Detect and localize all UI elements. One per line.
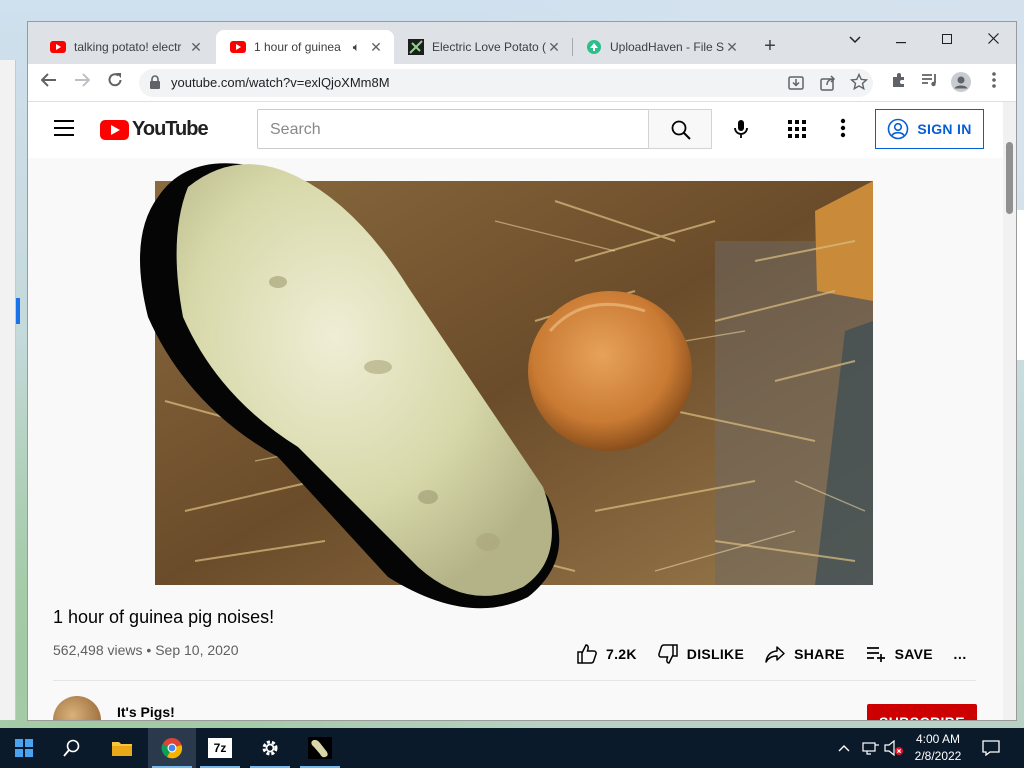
maximize-button[interactable] xyxy=(924,26,970,52)
new-tab-button[interactable]: + xyxy=(760,36,780,56)
youtube-icon xyxy=(230,39,246,55)
tab-title: UploadHaven - File S xyxy=(610,40,724,54)
notification-center-icon[interactable] xyxy=(982,728,1000,768)
uploadhaven-icon xyxy=(586,39,602,55)
view-count: 562,498 views xyxy=(53,642,143,658)
divider xyxy=(53,680,976,681)
install-app-icon[interactable] xyxy=(787,74,805,97)
youtube-logo[interactable]: YouTube xyxy=(100,118,209,141)
youtube-page: YouTube Search SIGN IN 1 hour of guinea … xyxy=(28,102,1003,720)
youtube-play-logo-icon xyxy=(100,119,129,140)
tab-title: 1 hour of guinea xyxy=(254,40,341,54)
potato-app-icon[interactable] xyxy=(296,728,344,768)
settings-gear-icon[interactable] xyxy=(246,728,294,768)
chrome-icon[interactable] xyxy=(148,728,196,768)
youtube-apps-grid-icon[interactable] xyxy=(788,120,808,140)
thumbs-down-icon xyxy=(657,644,678,664)
tab-close-button[interactable]: ✕ xyxy=(546,39,562,55)
dislike-label: DISLIKE xyxy=(686,646,745,662)
file-explorer-icon[interactable] xyxy=(98,728,146,768)
background-window-right xyxy=(1016,210,1024,360)
tab-title: Electric Love Potato ( xyxy=(432,40,546,54)
tab-close-button[interactable]: ✕ xyxy=(724,39,740,55)
sign-in-button[interactable]: SIGN IN xyxy=(875,109,984,149)
youtube-icon xyxy=(50,39,66,55)
tab-title: talking potato! electr xyxy=(74,40,182,54)
search-input[interactable]: Search xyxy=(257,109,649,149)
address-bar[interactable]: youtube.com/watch?v=exlQjoXMm8M xyxy=(139,69,873,97)
url-text: youtube.com/watch?v=exlQjoXMm8M xyxy=(171,75,390,90)
forward-arrow-icon[interactable] xyxy=(71,72,93,94)
show-hidden-icons-chevron-icon[interactable] xyxy=(838,728,850,768)
tab-guinea-pig-noises[interactable]: 1 hour of guinea 🔈︎ ✕ xyxy=(216,30,394,64)
video-actions: 7.2K DISLIKE SHARE SAVE … xyxy=(576,642,987,666)
tab-talking-potato[interactable]: talking potato! electr ✕ xyxy=(36,30,214,64)
share-page-icon[interactable] xyxy=(819,74,837,97)
share-button[interactable]: SHARE xyxy=(764,643,845,665)
tab-close-button[interactable]: ✕ xyxy=(188,39,204,55)
tab-uploadhaven[interactable]: UploadHaven - File S ✕ xyxy=(572,30,750,64)
share-arrow-icon xyxy=(765,646,785,663)
more-actions-button[interactable]: … xyxy=(953,646,967,662)
chrome-menu-icon[interactable] xyxy=(983,72,1005,94)
search-icon xyxy=(671,120,691,140)
dislike-button[interactable]: DISLIKE xyxy=(657,643,744,665)
potato-favicon xyxy=(408,39,424,55)
reload-icon[interactable] xyxy=(104,72,126,94)
share-label: SHARE xyxy=(794,646,845,662)
video-title: 1 hour of guinea pig noises! xyxy=(53,607,275,627)
windows-taskbar: 7z 4:00 AM 2/8/2022 xyxy=(0,728,1024,768)
channel-name[interactable]: It's Pigs! xyxy=(117,704,175,720)
potato-sticker-overlay xyxy=(140,163,560,609)
extensions-puzzle-icon[interactable] xyxy=(888,72,910,94)
youtube-header: YouTube Search SIGN IN xyxy=(28,102,1003,158)
save-label: SAVE xyxy=(894,646,933,662)
subscribe-button[interactable]: SUBSCRIBE xyxy=(867,704,977,720)
search-button[interactable] xyxy=(648,109,712,149)
meta-separator: • xyxy=(146,642,152,658)
settings-more-icon[interactable] xyxy=(840,118,854,140)
speaker-icon[interactable]: 🔈︎ xyxy=(353,40,360,55)
scrollbar-thumb[interactable] xyxy=(1006,142,1013,214)
minimize-button[interactable] xyxy=(878,26,924,52)
windows-start-icon[interactable] xyxy=(0,728,48,768)
7zip-label: 7z xyxy=(208,738,232,758)
media-control-icon[interactable] xyxy=(919,72,941,94)
clock-time: 4:00 AM xyxy=(915,732,961,746)
channel-avatar[interactable] xyxy=(53,696,101,720)
more-actions-icon: … xyxy=(952,646,968,662)
browser-toolbar: youtube.com/watch?v=exlQjoXMm8M xyxy=(28,64,1016,102)
save-button[interactable]: SAVE xyxy=(865,643,933,665)
tab-strip: talking potato! electr ✕ 1 hour of guine… xyxy=(28,22,1016,64)
back-arrow-icon[interactable] xyxy=(38,72,60,94)
bookmark-star-icon[interactable] xyxy=(849,72,869,96)
page-scrollbar[interactable] xyxy=(1003,102,1016,720)
clock-date: 2/8/2022 xyxy=(914,749,962,763)
like-count: 7.2K xyxy=(606,646,637,662)
upload-date: Sep 10, 2020 xyxy=(155,642,239,658)
tab-search-chevron-icon[interactable] xyxy=(832,26,878,52)
tab-close-button[interactable]: ✕ xyxy=(368,39,384,55)
tab-electric-love-potato[interactable]: Electric Love Potato ( ✕ xyxy=(394,30,572,64)
volume-muted-icon[interactable] xyxy=(884,728,904,768)
sign-in-label: SIGN IN xyxy=(917,121,972,137)
youtube-wordmark: YouTube xyxy=(132,118,209,140)
hamburger-menu-icon[interactable] xyxy=(54,120,74,136)
thumbs-up-icon xyxy=(577,644,597,664)
chrome-browser-window: talking potato! electr ✕ 1 hour of guine… xyxy=(27,21,1017,721)
lock-icon[interactable] xyxy=(149,75,163,91)
background-window-accent xyxy=(16,298,20,324)
7zip-icon[interactable]: 7z xyxy=(196,728,244,768)
video-meta: 562,498 views • Sep 10, 2020 xyxy=(53,642,239,658)
network-icon[interactable] xyxy=(862,728,880,768)
system-clock[interactable]: 4:00 AM 2/8/2022 xyxy=(906,731,970,765)
close-window-button[interactable] xyxy=(970,26,1016,52)
search-icon[interactable] xyxy=(48,728,96,768)
playlist-add-icon xyxy=(866,647,885,662)
background-window-left xyxy=(0,60,16,720)
account-circle-icon xyxy=(888,118,909,140)
profile-avatar-icon[interactable] xyxy=(950,72,972,94)
voice-search-mic-icon[interactable] xyxy=(728,116,754,142)
like-button[interactable]: 7.2K xyxy=(576,643,637,665)
